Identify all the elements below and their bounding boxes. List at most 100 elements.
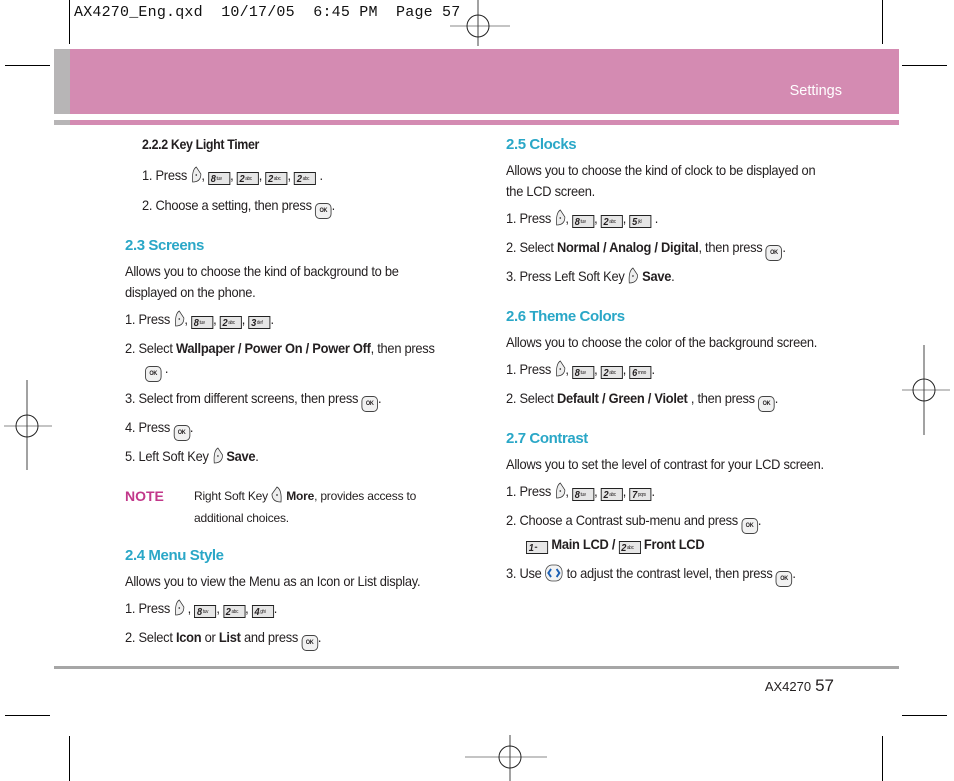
- key-2: 2abc: [265, 172, 288, 185]
- step-text: 2. Choose a setting, then press: [142, 197, 312, 213]
- section-title: Settings: [789, 83, 842, 99]
- crop-mark: [882, 0, 883, 44]
- left-soft-key-icon: [174, 599, 184, 616]
- left-soft-key-icon: [213, 447, 223, 464]
- step: 2. Choose a Contrast sub-menu and press …: [506, 510, 761, 534]
- key-2: 2abc: [294, 172, 317, 185]
- ok-key-icon: OK: [315, 203, 332, 219]
- step: 3. Select from different screens, then p…: [125, 388, 382, 412]
- key-2: 2abc: [618, 541, 641, 554]
- key-3: 3def: [248, 316, 271, 329]
- key-8: 8tuv: [571, 366, 595, 379]
- key-2: 2abc: [219, 316, 242, 329]
- left-soft-key-icon: [174, 310, 184, 327]
- crop-mark: [902, 715, 947, 716]
- registration-mark-bottom: [465, 735, 547, 781]
- note-label: NOTE: [125, 488, 164, 504]
- step: 2. Select Wallpaper / Power On / Power O…: [125, 340, 435, 356]
- step: 2. Choose a setting, then press OK.: [142, 195, 335, 219]
- ok-key-icon: OK: [741, 518, 758, 534]
- crop-mark: [5, 715, 50, 716]
- header-band-grey: [54, 49, 70, 114]
- heading-clocks: 2.5 Clocks: [506, 136, 577, 153]
- note-text: Right Soft Key More, provides access to: [194, 486, 416, 507]
- key-8: 8tuv: [190, 316, 214, 329]
- crop-mark: [69, 0, 70, 44]
- page-footer: AX4270 57: [765, 676, 834, 696]
- step: 2. Select Normal / Analog / Digital, the…: [506, 237, 786, 261]
- step: 1. Press , 8tuv, 2abc, 2abc, 2abc .: [142, 166, 323, 185]
- key-2: 2abc: [600, 488, 623, 501]
- key-5: 5jkl: [629, 215, 652, 228]
- heading-theme-colors: 2.6 Theme Colors: [506, 308, 625, 325]
- footer-rule: [54, 666, 899, 669]
- left-soft-key-icon: [555, 209, 565, 226]
- step: 5. Left Soft Key Save.: [125, 447, 259, 464]
- registration-mark-left: [4, 380, 52, 470]
- header-underline-grey: [54, 120, 70, 125]
- key-2: 2abc: [236, 172, 259, 185]
- left-soft-key-icon: [629, 267, 639, 284]
- heading-contrast: 2.7 Contrast: [506, 430, 588, 447]
- ok-key-icon: OK: [765, 245, 783, 261]
- step: 3. Use to adjust the contrast level, the…: [506, 563, 796, 587]
- step: 2. Select Icon or List and press OK.: [125, 627, 321, 651]
- crop-mark: [902, 65, 947, 66]
- subsection-title: 2.2.2 Key Light Timer: [142, 137, 259, 152]
- step: 1. Press , 8tuv, 2abc, 4ghi.: [125, 599, 278, 618]
- crop-mark: [5, 65, 50, 66]
- ok-key-icon: OK: [361, 396, 379, 412]
- step-continuation: OK .: [145, 358, 168, 382]
- step: 2. Select Default / Green / Violet , the…: [506, 388, 778, 412]
- left-soft-key-icon: [555, 482, 565, 499]
- paragraph: displayed on the phone.: [125, 284, 256, 300]
- step: 1. Press , 8tuv, 2abc, 5jkl .: [506, 209, 659, 228]
- key-7: 7pqrs: [629, 488, 652, 501]
- key-6: 6mno: [629, 366, 652, 379]
- step: 1. Press , 8tuv, 2abc, 7pqrs.: [506, 482, 655, 501]
- crop-mark: [69, 736, 70, 781]
- contrast-options: 1•• Main LCD / 2abc Front LCD: [526, 534, 705, 555]
- key-8: 8tuv: [194, 605, 217, 618]
- key-4: 4ghi: [251, 605, 274, 618]
- heading-screens: 2.3 Screens: [125, 237, 204, 254]
- right-soft-key-icon: [271, 486, 282, 503]
- left-soft-key-icon: [191, 166, 201, 183]
- key-2: 2abc: [600, 366, 623, 379]
- key-8: 8tuv: [571, 215, 595, 228]
- heading-menu-style: 2.4 Menu Style: [125, 547, 224, 564]
- key-2: 2abc: [600, 215, 623, 228]
- step: 1. Press , 8tuv, 2abc, 3def.: [125, 310, 274, 329]
- ok-key-icon: OK: [145, 366, 162, 382]
- paragraph: the LCD screen.: [506, 183, 595, 199]
- paragraph: Allows you to choose the color of the ba…: [506, 334, 818, 350]
- step: 1. Press , 8tuv, 2abc, 6mno.: [506, 360, 655, 379]
- page-number: 57: [815, 676, 834, 695]
- key-8: 8tuv: [571, 488, 595, 501]
- note-text: additional choices.: [194, 511, 289, 525]
- header-band: [70, 49, 899, 114]
- nav-left-right-key-icon: [545, 564, 563, 582]
- ok-key-icon: OK: [758, 396, 775, 412]
- registration-mark-right: [902, 345, 950, 435]
- step-text: 1. Press: [125, 311, 171, 327]
- paragraph: Allows you to choose the kind of clock t…: [506, 162, 816, 178]
- model-name: AX4270: [764, 679, 812, 694]
- ok-key-icon: OK: [301, 635, 318, 651]
- registration-mark-top: [450, 0, 510, 46]
- key-1: 1••: [526, 541, 549, 554]
- step-text: 1. Press: [142, 167, 188, 183]
- step: 4. Press OK.: [125, 417, 193, 441]
- paragraph: Allows you to view the Menu as an Icon o…: [125, 573, 421, 589]
- slug-line: AX4270_Eng.qxd 10/17/05 6:45 PM Page 57: [74, 4, 461, 21]
- ok-key-icon: OK: [775, 571, 793, 587]
- paragraph: Allows you to set the level of contrast …: [506, 456, 824, 472]
- crop-mark: [882, 736, 883, 781]
- key-8: 8tuv: [207, 172, 231, 185]
- paragraph: Allows you to choose the kind of backgro…: [125, 263, 399, 279]
- key-2: 2abc: [222, 605, 246, 618]
- step: 3. Press Left Soft Key Save.: [506, 267, 675, 284]
- left-soft-key-icon: [555, 360, 565, 377]
- ok-key-icon: OK: [173, 425, 190, 441]
- header-underline: [70, 120, 899, 125]
